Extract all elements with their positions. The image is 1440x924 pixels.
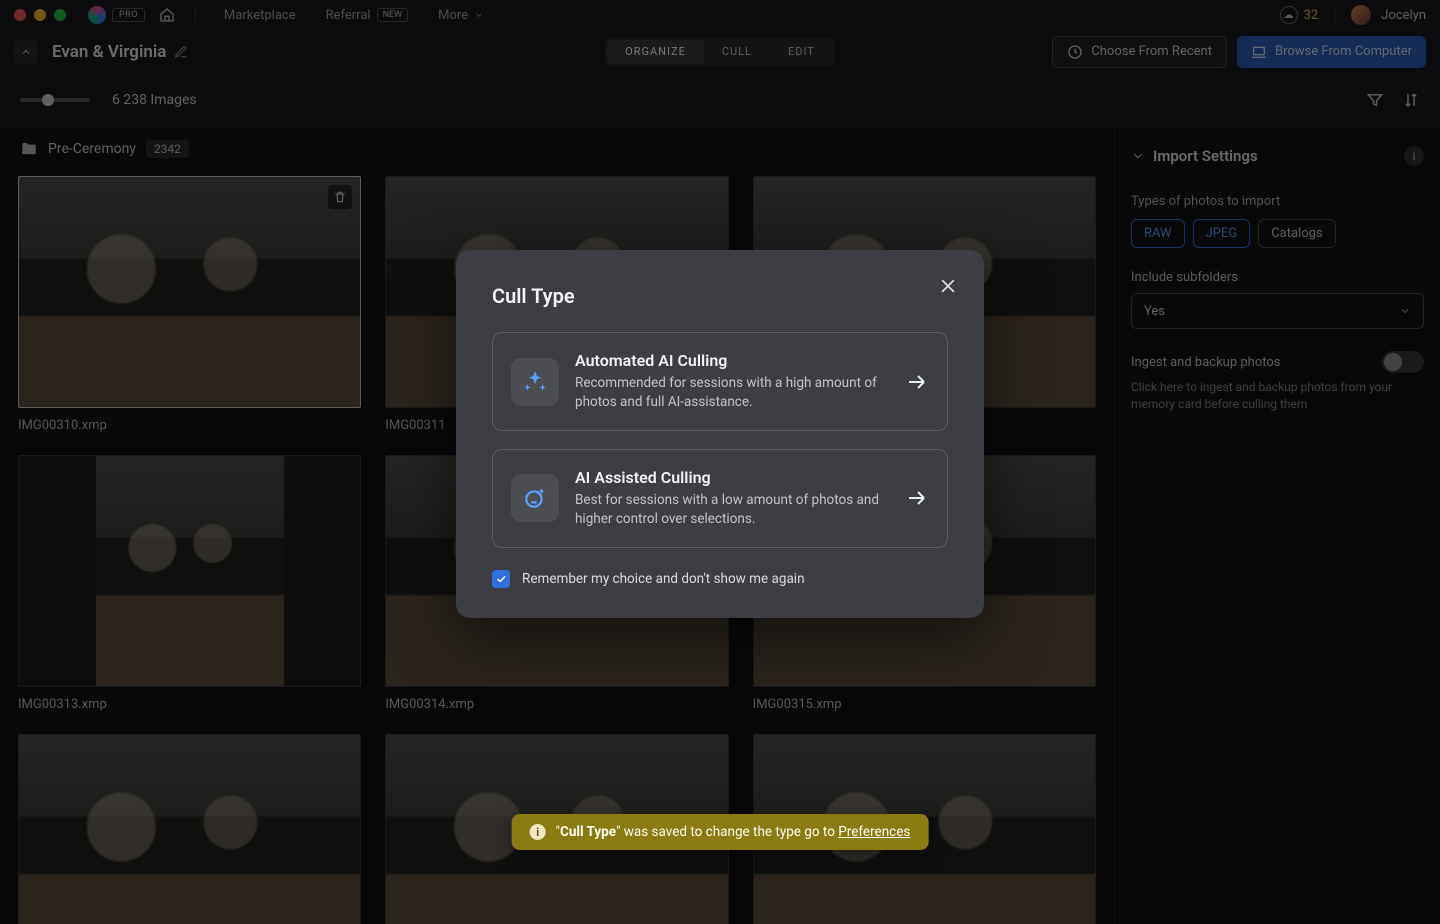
separator [1334,7,1335,23]
include-subfolders-label: Include subfolders [1131,270,1424,285]
toolbar: 6 238 Images [0,72,1440,128]
toast-notification: i "Cull Type" was saved to change the ty… [512,814,929,850]
thumbnail-card[interactable]: IMG00310.xmp [18,176,361,433]
folder-icon [20,140,38,158]
sort-icon[interactable] [1402,91,1420,109]
option-description: Best for sessions with a low amount of p… [575,491,889,529]
tab-cull-label: CULL [722,45,752,58]
tab-cull[interactable]: CULL [704,40,770,64]
trash-icon[interactable] [328,185,352,209]
thumbnail-card[interactable]: IMG00313.xmp [18,455,361,712]
app-logo-icon [88,6,106,24]
option-title: Automated AI Culling [575,351,889,370]
separator [195,7,196,23]
new-badge: NEW [377,8,409,22]
collapse-sidebar-button[interactable] [14,40,38,64]
app-titlebar: PRO Marketplace Referral NEW More ☁ 32 J… [0,0,1440,30]
option-automated-ai-culling[interactable]: Automated AI Culling Recommended for ses… [492,332,948,431]
ingest-help-text: Click here to ingest and backup photos f… [1131,379,1424,413]
project-header: Evan & Virginia ORGANIZE CULL EDIT Choos… [0,30,1440,72]
mode-tabs: ORGANIZE CULL EDIT [605,38,835,66]
option-title: AI Assisted Culling [575,468,889,487]
folder-name: Pre-Ceremony [48,141,136,157]
thumbnail-card[interactable] [18,734,361,924]
browse-from-computer-label: Browse From Computer [1275,44,1412,59]
panel-title: Import Settings [1153,147,1258,165]
home-icon[interactable] [159,7,175,23]
close-window-icon[interactable] [14,9,26,21]
choose-from-recent-label: Choose From Recent [1091,44,1212,59]
tab-edit[interactable]: EDIT [770,40,833,64]
clock-icon [1067,44,1083,60]
slider-thumb[interactable] [42,94,54,106]
chevron-down-icon[interactable] [1131,149,1145,163]
nav-more-label: More [438,8,468,23]
include-subfolders-select[interactable]: Yes [1131,293,1424,329]
option-ai-assisted-culling[interactable]: AI Assisted Culling Best for sessions wi… [492,449,948,548]
project-title: Evan & Virginia [52,42,166,62]
cull-type-modal: Cull Type Automated AI Culling Recommend… [456,250,984,618]
cloud-credits[interactable]: ☁ 32 [1280,6,1319,24]
tab-organize[interactable]: ORGANIZE [607,40,704,64]
chevron-down-icon [474,10,484,20]
arrow-right-icon [905,486,929,510]
avatar[interactable] [1351,5,1371,25]
nav-marketplace[interactable]: Marketplace [216,4,304,27]
cloud-icon: ☁ [1280,6,1298,24]
nav-marketplace-label: Marketplace [224,8,296,23]
folder-row[interactable]: Pre-Ceremony 2342 [0,128,1114,170]
ingest-label: Ingest and backup photos [1131,355,1280,370]
preferences-link[interactable]: Preferences [838,824,910,840]
info-icon: i [530,824,546,840]
include-subfolders-value: Yes [1144,304,1165,319]
arrow-right-icon [905,370,929,394]
import-settings-panel: Import Settings i Types of photos to imp… [1114,128,1440,924]
user-name[interactable]: Jocelyn [1381,8,1426,23]
remember-label: Remember my choice and don't show me aga… [522,571,805,587]
nav-referral-label: Referral [326,8,371,23]
minimize-window-icon[interactable] [34,9,46,21]
folder-count: 2342 [146,140,189,158]
browse-from-computer-button[interactable]: Browse From Computer [1237,36,1426,68]
info-icon[interactable]: i [1404,146,1424,166]
chip-jpeg[interactable]: JPEG [1193,219,1251,248]
chevron-down-icon [1399,305,1411,317]
filter-icon[interactable] [1366,91,1384,109]
chevron-up-icon [20,46,32,58]
laptop-icon [1251,44,1267,60]
types-label: Types of photos to import [1131,194,1424,209]
remember-choice-row[interactable]: Remember my choice and don't show me aga… [492,570,948,588]
nav-referral[interactable]: Referral NEW [318,4,417,27]
sparkle-icon [511,358,559,406]
image-count: 6 238 Images [112,92,197,108]
nav-more[interactable]: More [430,4,492,27]
cloud-count-value: 32 [1304,8,1319,23]
chip-raw[interactable]: RAW [1131,219,1185,248]
modal-title: Cull Type [492,284,948,308]
thumbnail-label: IMG00310.xmp [18,418,361,433]
check-icon [495,573,507,585]
thumbnail-size-slider[interactable] [20,98,90,102]
fullscreen-window-icon[interactable] [54,9,66,21]
toast-text: "Cull Type" was saved to change the type… [556,824,911,840]
thumbnail-label: IMG00314.xmp [385,697,728,712]
option-description: Recommended for sessions with a high amo… [575,374,889,412]
tab-edit-label: EDIT [788,45,815,58]
toggle-knob [1384,353,1402,371]
pro-badge: PRO [112,8,145,22]
ingest-toggle[interactable] [1382,351,1424,373]
edit-icon[interactable] [174,45,188,59]
close-icon[interactable] [938,276,958,296]
thumbnail-label: IMG00315.xmp [753,697,1096,712]
chip-catalogs[interactable]: Catalogs [1258,219,1335,248]
window-controls [14,9,66,21]
choose-from-recent-button[interactable]: Choose From Recent [1052,36,1227,68]
tab-organize-label: ORGANIZE [625,45,686,58]
thumbnail-label: IMG00313.xmp [18,697,361,712]
remember-checkbox[interactable] [492,570,510,588]
face-sparkle-icon [511,474,559,522]
